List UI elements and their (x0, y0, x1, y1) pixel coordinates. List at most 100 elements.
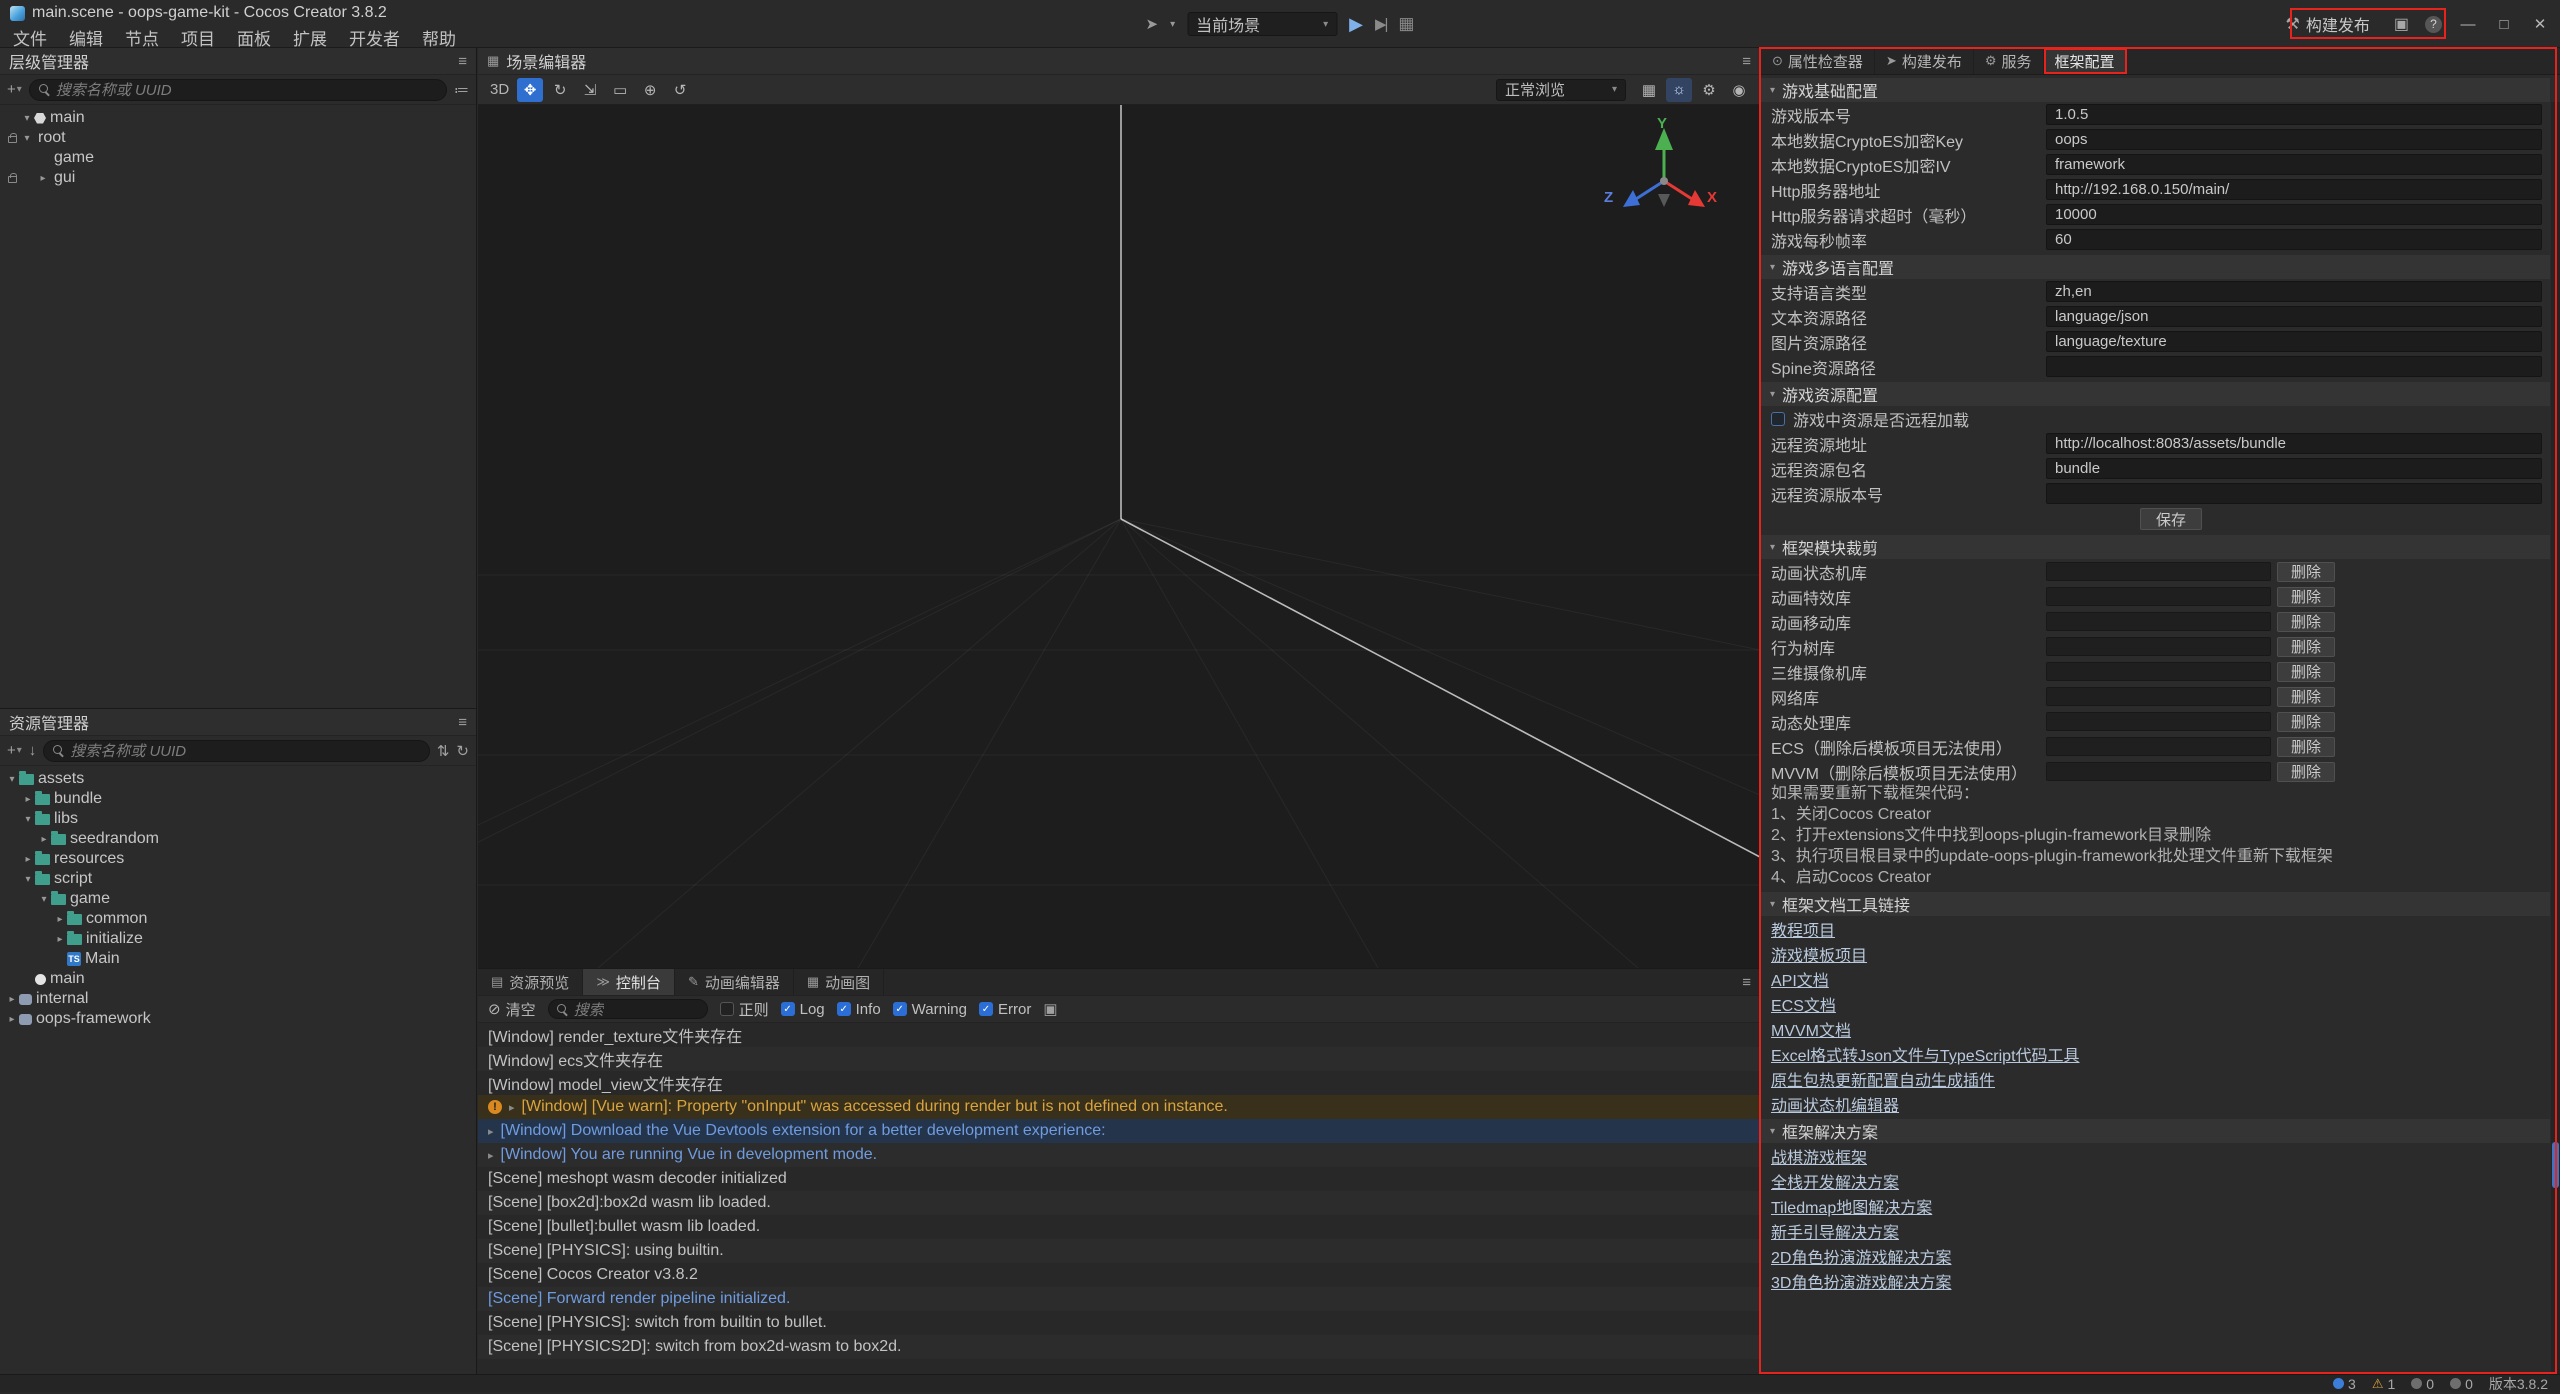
section-doc-links[interactable]: ▾ 框架文档工具链接 (1761, 892, 2550, 916)
texture-path-input[interactable]: language/texture (2046, 331, 2542, 352)
asset-node-oops-framework[interactable]: ▸ oops-framework (0, 1009, 476, 1029)
scale-tool-button[interactable]: ⇲ (577, 78, 603, 102)
expand-icon[interactable]: ▾ (21, 814, 35, 825)
doc-link[interactable]: ECS文档 (1771, 992, 1836, 1016)
log-row-warning[interactable]: ! ▸ [Window] [Vue warn]: Property "onInp… (478, 1095, 1760, 1119)
log-row[interactable]: [Window] render_texture文件夹存在 (478, 1023, 1760, 1047)
log-row-selected[interactable]: ▸ [Window] Download the Vue Devtools ext… (478, 1119, 1760, 1143)
log-row[interactable]: [Scene] [box2d]:box2d wasm lib loaded. (478, 1191, 1760, 1215)
create-asset-button[interactable]: + ▾ (7, 742, 22, 759)
lighting-toggle-button[interactable]: ☼ (1666, 78, 1692, 102)
delete-module-button[interactable]: 删除 (2277, 562, 2335, 582)
menu-file[interactable]: 文件 (2, 26, 58, 48)
expand-icon[interactable]: ▸ (36, 173, 50, 184)
log-row[interactable]: [Scene] Cocos Creator v3.8.2 (478, 1263, 1760, 1287)
expand-icon[interactable]: ▸ (53, 914, 67, 925)
save-button[interactable]: 保存 (2140, 508, 2202, 530)
game-version-input[interactable]: 1.0.5 (2046, 104, 2542, 125)
asset-node-game[interactable]: ▾ game (0, 889, 476, 909)
solution-link[interactable]: 2D角色扮演游戏解决方案 (1771, 1244, 1951, 1268)
tab-animation-editor[interactable]: ✎ 动画编辑器 (675, 969, 794, 995)
move-tool-button[interactable]: ✥ (517, 78, 543, 102)
doc-link[interactable]: 动画状态机编辑器 (1771, 1092, 1899, 1116)
expand-icon[interactable]: ▾ (21, 874, 35, 885)
tab-framework-config[interactable]: 框架配置 (2044, 48, 2127, 74)
expand-icon[interactable]: ▾ (20, 113, 34, 124)
http-timeout-input[interactable]: 10000 (2046, 204, 2542, 225)
fps-input[interactable]: 60 (2046, 229, 2542, 250)
expand-icon[interactable]: ▸ (37, 834, 51, 845)
solution-link[interactable]: 3D角色扮演游戏解决方案 (1771, 1269, 1951, 1293)
solution-link[interactable]: 战棋游戏框架 (1771, 1144, 1867, 1168)
status-count-info[interactable]: 3 (2333, 1376, 2356, 1392)
asset-node-common[interactable]: ▸ common (0, 909, 476, 929)
assets-search-input[interactable]: 搜索名称或 UUID (43, 740, 430, 762)
remote-url-input[interactable]: http://localhost:8083/assets/bundle (2046, 433, 2542, 454)
mode-3d-button[interactable]: 3D (486, 78, 513, 102)
delete-module-button[interactable]: 删除 (2277, 587, 2335, 607)
tab-inspector[interactable]: ⊙ 属性检查器 (1761, 48, 1875, 74)
expand-icon[interactable]: ▾ (37, 894, 51, 905)
scene-viewport[interactable]: Y X Z (478, 105, 1760, 968)
close-button[interactable]: ✕ (2530, 15, 2550, 33)
doc-link[interactable]: MVVM文档 (1771, 1017, 1851, 1041)
log-row[interactable]: [Scene] Forward render pipeline initiali… (478, 1287, 1760, 1311)
tab-console[interactable]: ≫ 控制台 (583, 969, 675, 995)
console-menu-icon[interactable]: ≡ (1742, 974, 1760, 991)
section-module-trim[interactable]: ▾ 框架模块裁剪 (1761, 535, 2550, 559)
remote-bundle-input[interactable]: bundle (2046, 458, 2542, 479)
section-basic-config[interactable]: ▾ 游戏基础配置 (1761, 78, 2550, 102)
expand-icon[interactable]: ▾ (5, 774, 19, 785)
doc-link[interactable]: 原生包热更新配置自动生成插件 (1771, 1067, 1995, 1091)
pivot-tool-button[interactable]: ⊕ (637, 78, 663, 102)
clear-console-button[interactable]: ⊘ 清空 (488, 999, 536, 1020)
gizmo-grid-button[interactable]: ▦ (1636, 78, 1662, 102)
step-button[interactable]: ▶| (1375, 15, 1386, 33)
preview-image-icon[interactable]: ▣ (2394, 14, 2409, 34)
delete-module-button[interactable]: 删除 (2277, 687, 2335, 707)
view-mode-select[interactable]: 正常浏览 ▾ (1496, 79, 1626, 101)
text-path-input[interactable]: language/json (2046, 306, 2542, 327)
hierarchy-node-gui[interactable]: ▸ gui (0, 168, 476, 188)
scene-settings-gear-button[interactable]: ⚙ (1696, 78, 1722, 102)
remote-version-input[interactable] (2046, 483, 2542, 504)
log-row[interactable]: [Scene] [PHYSICS]: using builtin. (478, 1239, 1760, 1263)
doc-link[interactable]: API文档 (1771, 967, 1829, 991)
delete-module-button[interactable]: 删除 (2277, 612, 2335, 632)
help-button[interactable]: ? (2425, 16, 2442, 33)
languages-input[interactable]: zh,en (2046, 281, 2542, 302)
expand-icon[interactable]: ▸ (21, 854, 35, 865)
log-row[interactable]: ▸ [Window] You are running Vue in develo… (478, 1143, 1760, 1167)
section-solutions[interactable]: ▾ 框架解决方案 (1761, 1119, 2550, 1143)
asset-node-resources[interactable]: ▸ resources (0, 849, 476, 869)
maximize-button[interactable]: □ (2494, 16, 2514, 33)
expand-log-icon[interactable]: ▸ (509, 1101, 515, 1114)
asset-node-assets[interactable]: ▾ assets (0, 769, 476, 789)
expand-icon[interactable]: ▸ (53, 934, 67, 945)
create-node-button[interactable]: + ▾ (7, 81, 22, 98)
menu-help[interactable]: 帮助 (411, 26, 467, 48)
filter-error[interactable]: ✓ Error (979, 1001, 1031, 1018)
preview-target-icon[interactable]: ➤ (1146, 15, 1159, 33)
assets-menu-icon[interactable]: ≡ (458, 714, 467, 731)
hierarchy-node-game[interactable]: game (0, 148, 476, 168)
section-resource-config[interactable]: ▾ 游戏资源配置 (1761, 382, 2550, 406)
hierarchy-filter-icon[interactable]: ≔ (454, 81, 469, 99)
asset-node-seedrandom[interactable]: ▸ seedrandom (0, 829, 476, 849)
inspector-scrollbar[interactable] (2551, 102, 2560, 1374)
console-search-input[interactable]: 搜索 (548, 999, 708, 1019)
menu-edit[interactable]: 编辑 (58, 26, 114, 48)
hierarchy-node-main[interactable]: ▾ main (0, 108, 476, 128)
delete-module-button[interactable]: 删除 (2277, 762, 2335, 782)
delete-module-button[interactable]: 删除 (2277, 737, 2335, 757)
crypto-key-input[interactable]: oops (2046, 129, 2542, 150)
menu-extension[interactable]: 扩展 (282, 26, 338, 48)
status-count-error[interactable]: 0 (2411, 1376, 2434, 1392)
doc-link[interactable]: 游戏模板项目 (1771, 942, 1867, 966)
menu-developer[interactable]: 开发者 (338, 26, 411, 48)
status-count-warning[interactable]: ⚠ 1 (2372, 1376, 2395, 1392)
filter-info[interactable]: ✓ Info (837, 1001, 881, 1018)
scene-menu-icon[interactable]: ≡ (1742, 53, 1751, 70)
menu-panel[interactable]: 面板 (226, 26, 282, 48)
solution-link[interactable]: 新手引导解决方案 (1771, 1219, 1899, 1243)
